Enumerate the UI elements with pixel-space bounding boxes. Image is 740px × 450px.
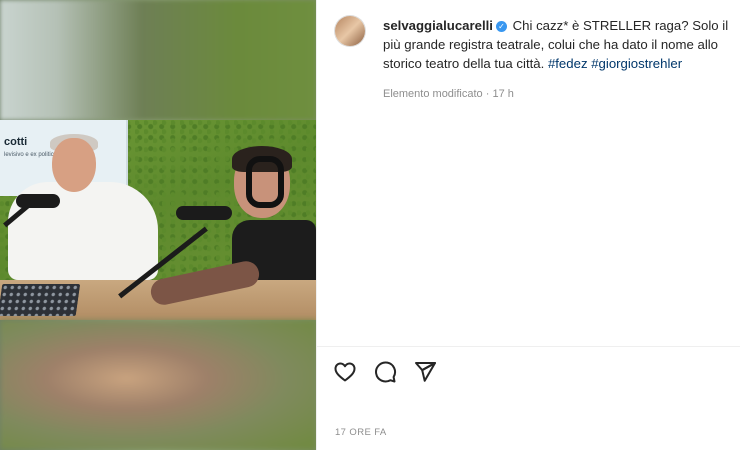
media-blurred-top	[0, 0, 316, 120]
media-blurred-bottom	[0, 320, 316, 450]
hashtag-link[interactable]: #fedez	[548, 56, 588, 71]
avatar[interactable]	[335, 16, 365, 46]
audio-mixer	[0, 284, 81, 316]
microphone-right	[176, 206, 232, 220]
post-panel: selvaggialucarelli ✓ Chi cazz* è STRELLER…	[316, 0, 740, 450]
share-button[interactable]	[413, 360, 439, 386]
post-timestamp: 17 ORE FA	[335, 427, 387, 438]
comment-button[interactable]	[373, 360, 399, 386]
share-icon	[415, 362, 436, 382]
post-caption: selvaggialucarelli ✓ Chi cazz* è STRELLER…	[383, 16, 740, 73]
heart-icon	[334, 362, 356, 382]
screen-title: cotti	[4, 136, 28, 148]
hashtag-link[interactable]: #giorgiostrehler	[591, 56, 682, 71]
divider	[317, 346, 740, 347]
username-link[interactable]: selvaggialucarelli	[383, 18, 493, 33]
meta-separator: ·	[482, 88, 493, 100]
person-left-head	[52, 138, 96, 192]
screen-subtitle: levisivo e ex politico	[4, 152, 58, 158]
like-button[interactable]	[333, 360, 359, 386]
post-media[interactable]: cotti levisivo e ex politico	[0, 0, 316, 450]
post-meta: Elemento modificato · 17 h	[383, 88, 514, 100]
headphones	[246, 156, 284, 208]
time-link[interactable]: 17 h	[492, 88, 513, 100]
video-frame[interactable]: cotti levisivo e ex politico	[0, 120, 316, 320]
comment-icon	[375, 361, 397, 383]
verified-badge-icon: ✓	[495, 21, 507, 32]
edited-label: Elemento modificato	[383, 88, 483, 100]
